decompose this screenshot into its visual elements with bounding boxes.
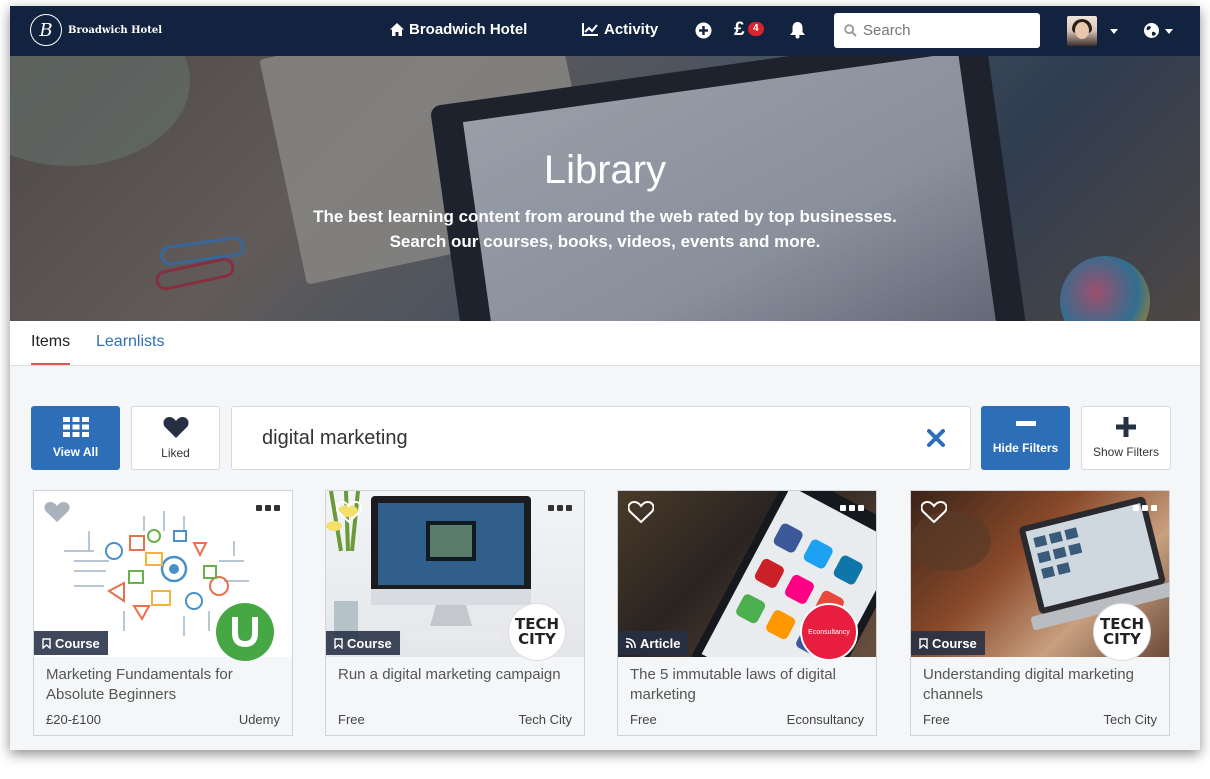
card-menu-icon[interactable]: [840, 505, 864, 511]
nav-home-label: Broadwich Hotel: [409, 21, 528, 38]
card-provider: Tech City: [518, 712, 572, 727]
card-provider: Udemy: [238, 712, 280, 727]
minus-icon: [1015, 421, 1036, 426]
card-title[interactable]: Marketing Fundamentals for Absolute Begi…: [46, 665, 282, 705]
provider-logo: TECH CITY: [508, 603, 566, 661]
currency-button[interactable]: £: [734, 19, 745, 41]
content-type-tag: Course: [911, 631, 985, 655]
subtitle-line: The best learning content from around th…: [313, 207, 897, 226]
like-heart-icon[interactable]: [336, 501, 362, 523]
show-filters-button[interactable]: Show Filters: [1081, 406, 1171, 470]
grid-icon: [62, 417, 89, 437]
provider-logo: [216, 603, 274, 661]
brand[interactable]: B Broadwich Hotel: [30, 14, 162, 46]
card-title[interactable]: Understanding digital marketing channels: [923, 665, 1159, 705]
content-type-label: Article: [640, 635, 681, 651]
hide-filters-label: Hide Filters: [992, 441, 1059, 455]
library-tabs: Items Learnlists: [10, 321, 1200, 366]
card-price: £20-£100: [46, 712, 101, 727]
notifications-button[interactable]: [789, 21, 806, 44]
card-title[interactable]: Run a digital marketing campaign: [338, 665, 574, 685]
library-card[interactable]: Course TECH CITY Run a digital marketing…: [325, 490, 585, 736]
top-navbar: B Broadwich Hotel Broadwich Hotel Activi…: [10, 6, 1200, 56]
provider-logo-text: Econsultancy: [808, 628, 850, 636]
show-filters-label: Show Filters: [1092, 445, 1160, 459]
content-type-tag: Course: [326, 631, 400, 655]
udemy-logo-icon: [232, 617, 258, 647]
nav-activity-link[interactable]: Activity: [582, 21, 658, 38]
globe-icon: [1144, 23, 1159, 38]
plus-icon: [1116, 417, 1136, 437]
card-provider: Tech City: [1103, 712, 1157, 727]
language-caret-icon[interactable]: [1165, 29, 1173, 34]
card-title[interactable]: The 5 immutable laws of digital marketin…: [630, 665, 866, 705]
provider-logo: TECH CITY: [1093, 603, 1151, 661]
nav-activity-label: Activity: [604, 21, 659, 38]
card-price: Free: [338, 712, 365, 727]
view-all-button[interactable]: View All: [31, 406, 120, 470]
rss-icon: [626, 638, 636, 648]
card-provider: Econsultancy: [786, 712, 864, 727]
card-menu-icon[interactable]: [548, 505, 572, 511]
like-heart-icon[interactable]: [921, 501, 947, 523]
user-menu-caret-icon[interactable]: [1110, 29, 1118, 34]
hero-banner: Library The best learning content from a…: [10, 56, 1200, 321]
page-subtitle: The best learning content from around th…: [10, 204, 1200, 254]
bookmark-icon: [42, 637, 51, 649]
activity-chart-icon: [582, 23, 598, 36]
liked-button[interactable]: Liked: [131, 406, 220, 470]
avatar-face: [1075, 22, 1089, 39]
library-card[interactable]: Article Econsultancy The 5 immutable law…: [617, 490, 877, 736]
brand-name: Broadwich Hotel: [68, 24, 163, 36]
library-card[interactable]: Course TECH CITY Understanding digital m…: [910, 490, 1170, 736]
brand-logo: B: [30, 14, 62, 46]
home-icon: [390, 23, 404, 36]
library-search-input[interactable]: digital marketing: [262, 427, 408, 450]
language-button[interactable]: [1143, 22, 1160, 44]
liked-label: Liked: [161, 446, 190, 460]
content-type-label: Course: [932, 635, 977, 651]
heart-icon: [163, 417, 188, 438]
tab-items[interactable]: Items: [31, 333, 71, 365]
card-menu-icon[interactable]: [256, 505, 280, 511]
tab-learnlists[interactable]: Learnlists: [96, 333, 164, 351]
page-title: Library: [543, 148, 667, 192]
content-type-label: Course: [347, 635, 392, 651]
card-price: Free: [923, 712, 950, 727]
bell-icon: [790, 22, 805, 39]
nav-home-link[interactable]: Broadwich Hotel: [390, 21, 527, 38]
hide-filters-button[interactable]: Hide Filters: [981, 406, 1070, 470]
nav-search-box[interactable]: [834, 13, 1040, 48]
bookmark-icon: [334, 637, 343, 649]
content-type-tag: Article: [618, 631, 689, 655]
provider-logo: Econsultancy: [800, 603, 858, 661]
card-menu-icon[interactable]: [1133, 505, 1157, 511]
user-avatar[interactable]: [1067, 16, 1097, 46]
library-card[interactable]: Course Marketing Fundamentals for Absolu…: [33, 490, 293, 736]
library-search-box[interactable]: digital marketing: [231, 406, 971, 470]
card-price: Free: [630, 712, 657, 727]
currency-badge: 4: [748, 22, 764, 36]
bookmark-icon: [919, 637, 928, 649]
app-window: B Broadwich Hotel Broadwich Hotel Activi…: [10, 6, 1200, 750]
content-type-tag: Course: [34, 631, 108, 655]
search-icon: [844, 24, 857, 37]
like-heart-icon[interactable]: [628, 501, 654, 523]
add-button[interactable]: [695, 22, 712, 44]
plus-circle-icon: [695, 22, 712, 39]
content-type-label: Course: [55, 635, 100, 651]
clear-search-icon[interactable]: [927, 429, 945, 447]
view-all-label: View All: [52, 445, 99, 459]
nav-search-input[interactable]: [863, 22, 1033, 39]
like-heart-icon[interactable]: [44, 501, 70, 523]
subtitle-line: Search our courses, books, videos, event…: [389, 232, 821, 251]
